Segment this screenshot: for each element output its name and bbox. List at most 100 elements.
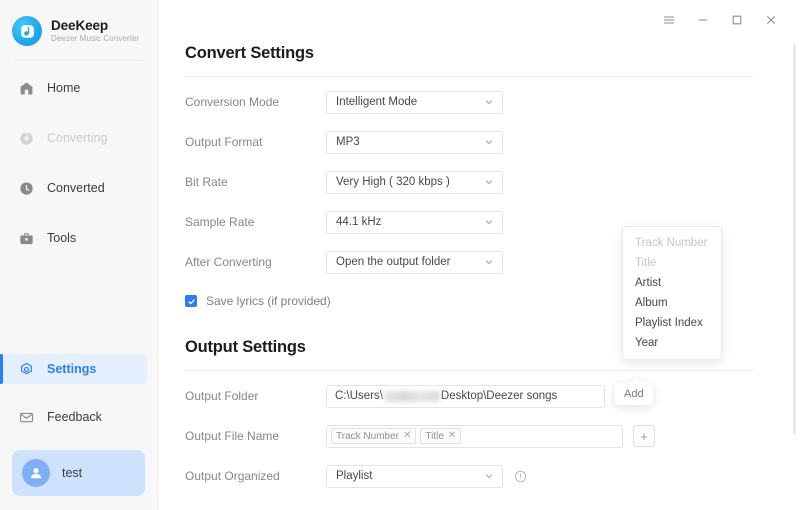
minimize-icon[interactable] (688, 6, 718, 34)
sidebar-item-converting[interactable]: Converting (0, 123, 147, 153)
brand-title: DeeKeep (51, 19, 139, 33)
dropdown-item-artist[interactable]: Artist (623, 273, 721, 293)
converting-icon (18, 130, 35, 147)
remove-tag-icon[interactable]: ✕ (448, 431, 456, 441)
maximize-icon[interactable] (722, 6, 752, 34)
window-titlebar (158, 0, 800, 40)
add-button-tooltip: Add (615, 383, 653, 405)
output-format-select[interactable]: MP3 (326, 131, 503, 154)
output-folder-prefix: C:\Users\ (335, 390, 383, 402)
output-file-name-input[interactable]: Track Number ✕ Title ✕ (326, 425, 623, 448)
info-circle-icon[interactable] (513, 469, 527, 483)
hamburger-menu-icon[interactable] (654, 6, 684, 34)
output-organized-select[interactable]: Playlist (326, 465, 503, 488)
select-value: Very High ( 320 kbps ) (336, 176, 484, 188)
tag-label: Title (425, 431, 444, 442)
sidebar-item-label: Tools (47, 231, 76, 245)
row-label: Output Organized (185, 469, 326, 483)
remove-tag-icon[interactable]: ✕ (403, 431, 411, 441)
chevron-down-icon (484, 137, 495, 147)
dropdown-item-title: Title (623, 253, 721, 273)
brand: DeeKeep Deezer Music Converter (0, 0, 157, 48)
file-name-tag[interactable]: Track Number ✕ (331, 428, 416, 444)
redacted-username (384, 391, 440, 402)
sidebar-item-converted[interactable]: Converted (0, 173, 147, 203)
select-value: MP3 (336, 136, 484, 148)
section-rule (185, 76, 754, 77)
section-title-convert: Convert Settings (185, 44, 754, 63)
user-name: test (62, 466, 82, 480)
sidebar-item-label: Home (47, 81, 80, 95)
select-value: Playlist (336, 470, 484, 482)
dropdown-item-year[interactable]: Year (623, 333, 721, 353)
dropdown-item-playlist-index[interactable]: Playlist Index (623, 313, 721, 333)
sidebar-item-tools[interactable]: Tools (0, 223, 147, 253)
row-output-folder: Output Folder C:\Users\ Desktop\Deezer so… (185, 381, 754, 411)
dropdown-item-label: Playlist Index (635, 317, 703, 329)
chevron-down-icon (484, 177, 495, 187)
toolbox-icon (18, 230, 35, 247)
chevron-down-icon (484, 217, 495, 227)
select-value: Intelligent Mode (336, 96, 484, 108)
sidebar-divider (14, 60, 143, 61)
file-name-tag[interactable]: Title ✕ (420, 428, 461, 444)
sidebar-item-label: Converted (47, 181, 105, 195)
dropdown-item-track-number: Track Number (623, 233, 721, 253)
chevron-down-icon (484, 257, 495, 267)
chevron-down-icon (484, 97, 495, 107)
gear-icon (18, 361, 35, 378)
row-label: Conversion Mode (185, 95, 326, 109)
bit-rate-select[interactable]: Very High ( 320 kbps ) (326, 171, 503, 194)
row-output-organized: Output Organized Playlist (185, 461, 754, 491)
sidebar-item-feedback[interactable]: Feedback (0, 402, 147, 432)
sidebar-item-label: Settings (47, 362, 96, 376)
row-output-file-name: Output File Name Track Number ✕ Title ✕ … (185, 421, 754, 451)
spacer (185, 491, 754, 510)
sample-rate-select[interactable]: 44.1 kHz (326, 211, 503, 234)
dropdown-item-label: Track Number (635, 237, 707, 249)
row-label: Bit Rate (185, 175, 326, 189)
output-folder-suffix: Desktop\Deezer songs (441, 390, 557, 402)
conversion-mode-select[interactable]: Intelligent Mode (326, 91, 503, 114)
deezer-note-logo-icon (12, 16, 42, 46)
user-card[interactable]: test (12, 450, 145, 496)
sidebar-item-label: Feedback (47, 410, 102, 424)
row-label: Output Folder (185, 389, 326, 403)
add-file-name-tag-button[interactable]: + (633, 425, 655, 447)
clock-icon (18, 180, 35, 197)
select-value: 44.1 kHz (336, 216, 484, 228)
row-label: Output File Name (185, 429, 326, 443)
envelope-icon (18, 409, 35, 426)
file-name-field-dropdown[interactable]: Track Number Title Artist Album Playlist… (622, 226, 722, 360)
after-converting-select[interactable]: Open the output folder (326, 251, 503, 274)
save-lyrics-label: Save lyrics (if provided) (206, 294, 331, 308)
row-output-format: Output Format MP3 (185, 127, 754, 157)
row-label: After Converting (185, 255, 326, 269)
dropdown-item-label: Artist (635, 277, 661, 289)
dropdown-item-label: Title (635, 257, 656, 269)
sidebar: DeeKeep Deezer Music Converter Home (0, 0, 158, 510)
sidebar-item-home[interactable]: Home (0, 73, 147, 103)
row-label: Sample Rate (185, 215, 326, 229)
plus-icon: + (640, 429, 648, 444)
output-folder-input[interactable]: C:\Users\ Desktop\Deezer songs (326, 385, 605, 408)
select-value: Open the output folder (336, 256, 484, 268)
close-icon[interactable] (756, 6, 786, 34)
home-icon (18, 80, 35, 97)
section-rule (185, 370, 754, 371)
brand-subtitle: Deezer Music Converter (51, 35, 139, 43)
chevron-down-icon (484, 471, 495, 481)
row-conversion-mode: Conversion Mode Intelligent Mode (185, 87, 754, 117)
tag-label: Track Number (336, 431, 399, 442)
sidebar-nav: Home Converting (0, 73, 157, 253)
dropdown-item-label: Year (635, 337, 658, 349)
vertical-scrollbar[interactable] (793, 44, 796, 434)
sidebar-item-label: Converting (47, 131, 107, 145)
user-avatar-icon (22, 459, 50, 487)
dropdown-item-album[interactable]: Album (623, 293, 721, 313)
row-label: Output Format (185, 135, 326, 149)
checkbox-checked-icon[interactable] (185, 295, 197, 307)
row-bit-rate: Bit Rate Very High ( 320 kbps ) (185, 167, 754, 197)
app-window: DeeKeep Deezer Music Converter Home (0, 0, 800, 510)
sidebar-item-settings[interactable]: Settings (0, 354, 147, 384)
